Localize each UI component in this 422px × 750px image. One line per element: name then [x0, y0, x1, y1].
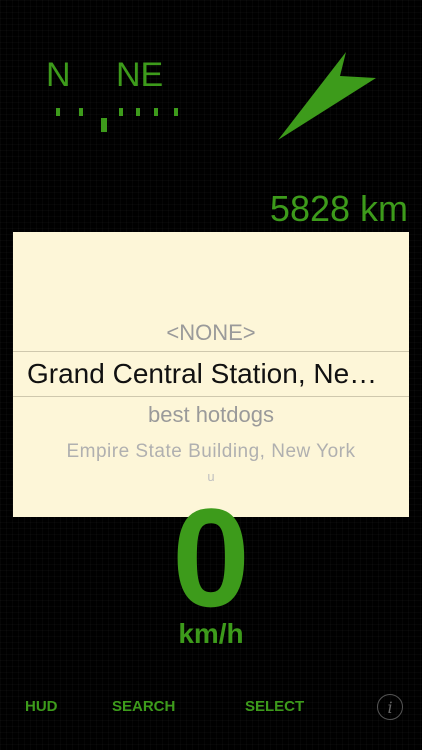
- picker-selection-line-bottom: [13, 396, 409, 397]
- compass-tick: [136, 108, 140, 116]
- select-button[interactable]: SELECT: [245, 698, 304, 715]
- compass-tick: [56, 108, 60, 116]
- compass-tick: [174, 108, 178, 116]
- compass-tick: [79, 108, 83, 116]
- speed-unit: km/h: [178, 618, 244, 649]
- direction-arrow-icon: [278, 52, 376, 140]
- compass-label-ne: NE: [116, 56, 164, 94]
- picker-item[interactable]: <NONE>: [13, 320, 409, 346]
- picker-item[interactable]: best hotdogs: [13, 402, 409, 428]
- hud-button[interactable]: HUD: [25, 698, 58, 715]
- distance-readout: 5828 km: [269, 188, 408, 229]
- compass-tick: [119, 108, 123, 116]
- picker-item-selected[interactable]: Grand Central Station, New York: [13, 358, 409, 390]
- info-icon[interactable]: i: [377, 694, 403, 720]
- compass-tick-major: [101, 118, 107, 132]
- search-button[interactable]: SEARCH: [112, 698, 175, 715]
- compass-tick: [154, 108, 158, 116]
- picker-selection-line-top: [13, 351, 409, 352]
- picker-item[interactable]: Empire State Building, New York: [13, 441, 409, 463]
- compass-label-n: N: [46, 56, 71, 94]
- destination-picker[interactable]: <NONE> Grand Central Station, New York b…: [13, 232, 409, 517]
- speed-value: 0: [172, 479, 250, 636]
